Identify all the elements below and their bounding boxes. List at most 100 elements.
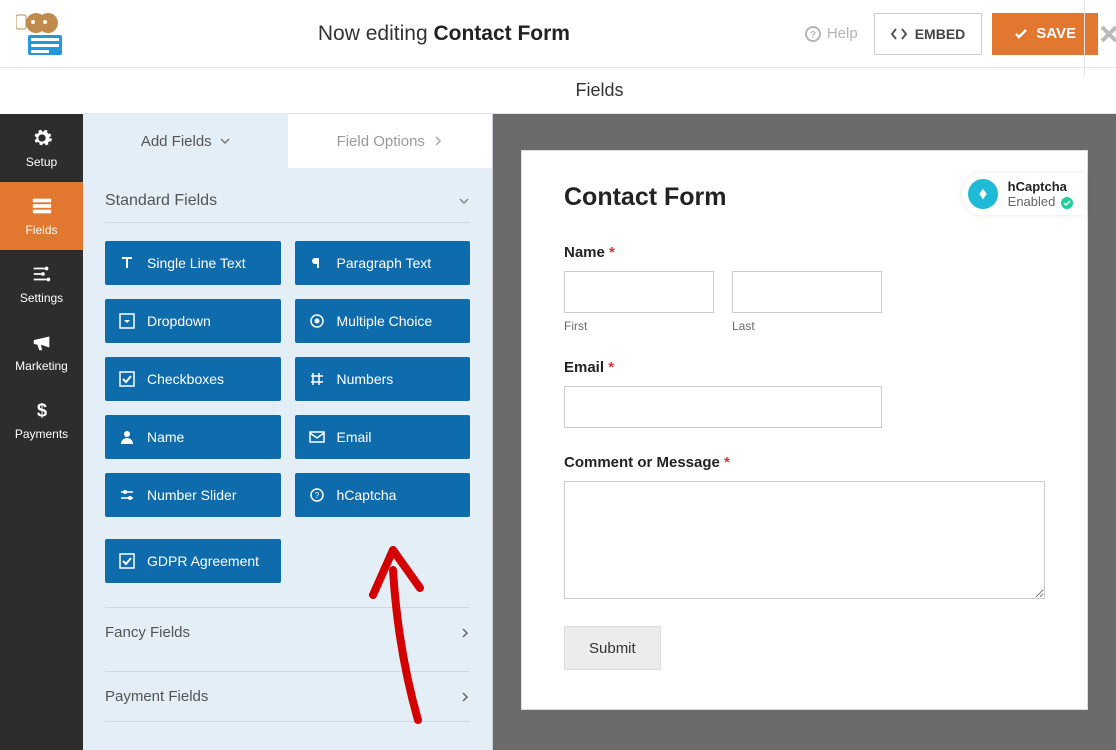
- field-single-line-text[interactable]: Single Line Text: [105, 241, 281, 285]
- preview-area: hCaptcha Enabled Contact Form Name * Fir…: [493, 114, 1116, 750]
- gear-icon: [31, 127, 53, 149]
- group-label: Fancy Fields: [105, 624, 190, 641]
- group-label: Standard Fields: [105, 192, 217, 210]
- fields-panel: Add Fields Field Options Standard Fields…: [83, 114, 493, 750]
- message-textarea[interactable]: [564, 481, 1045, 599]
- checkbox-icon: [119, 371, 135, 387]
- nav-label: Fields: [25, 223, 57, 237]
- first-sublabel: First: [564, 319, 714, 333]
- nav-setup[interactable]: Setup: [0, 114, 83, 182]
- radio-icon: [309, 313, 325, 329]
- section-title: Fields: [83, 68, 1116, 114]
- last-name-input[interactable]: [732, 271, 882, 313]
- close-button[interactable]: [1084, 0, 1116, 76]
- dollar-icon: $: [31, 399, 53, 421]
- field-label: Multiple Choice: [337, 313, 433, 329]
- embed-label: EMBED: [915, 26, 966, 42]
- save-label: SAVE: [1036, 25, 1076, 42]
- check-circle-icon: [1061, 197, 1073, 209]
- logo: [0, 0, 83, 68]
- nav-payments[interactable]: $ Payments: [0, 386, 83, 454]
- group-standard[interactable]: Standard Fields: [105, 192, 470, 223]
- caret-square-icon: [119, 313, 135, 329]
- help-icon: ?: [805, 26, 821, 42]
- nav-label: Setup: [26, 155, 57, 169]
- group-label: Payment Fields: [105, 688, 208, 705]
- svg-text:?: ?: [314, 491, 319, 500]
- chevron-right-icon: [460, 692, 470, 702]
- svg-text:?: ?: [810, 30, 816, 41]
- help-button[interactable]: ? Help: [805, 25, 858, 42]
- email-label: Email *: [564, 359, 1045, 376]
- mascot-icon: [16, 11, 68, 57]
- text-icon: [119, 255, 135, 271]
- field-name[interactable]: Name: [105, 415, 281, 459]
- submit-label: Submit: [589, 640, 636, 657]
- top-bar: Now editing Contact Form ? Help EMBED SA…: [0, 0, 1116, 68]
- hcaptcha-badge: hCaptcha Enabled: [962, 173, 1087, 215]
- field-multiple-choice[interactable]: Multiple Choice: [295, 299, 471, 343]
- chevron-down-icon: [220, 136, 230, 146]
- nav-label: Settings: [20, 291, 63, 305]
- list-icon: [31, 195, 53, 217]
- last-sublabel: Last: [732, 319, 882, 333]
- group-payment[interactable]: Payment Fields: [105, 671, 470, 722]
- field-numbers[interactable]: Numbers: [295, 357, 471, 401]
- tab-add-fields[interactable]: Add Fields: [83, 114, 288, 168]
- field-label: Checkboxes: [147, 371, 224, 387]
- close-icon: [1099, 24, 1116, 44]
- field-email[interactable]: Email: [295, 415, 471, 459]
- side-nav: Setup Fields Settings Marketing $ Paymen…: [0, 114, 83, 750]
- field-label: Numbers: [337, 371, 394, 387]
- hcaptcha-icon: [968, 179, 998, 209]
- chevron-down-icon: [458, 195, 470, 207]
- nav-marketing[interactable]: Marketing: [0, 318, 83, 386]
- shield-question-icon: ?: [309, 487, 325, 503]
- chevron-right-icon: [433, 136, 443, 146]
- nav-fields[interactable]: Fields: [0, 182, 83, 250]
- svg-text:$: $: [36, 399, 46, 420]
- field-hcaptcha[interactable]: ? hCaptcha: [295, 473, 471, 517]
- field-label: Paragraph Text: [337, 255, 432, 271]
- field-label: Email: [337, 429, 372, 445]
- user-icon: [119, 429, 135, 445]
- email-input[interactable]: [564, 386, 882, 428]
- badge-title: hCaptcha: [1008, 179, 1073, 194]
- editing-prefix: Now editing: [318, 22, 434, 45]
- field-grid: Single Line Text Paragraph Text Dropdown…: [83, 227, 492, 539]
- field-dropdown[interactable]: Dropdown: [105, 299, 281, 343]
- form-preview[interactable]: hCaptcha Enabled Contact Form Name * Fir…: [521, 150, 1088, 710]
- tab-label: Add Fields: [141, 133, 212, 150]
- message-label: Comment or Message *: [564, 454, 1045, 471]
- first-name-input[interactable]: [564, 271, 714, 313]
- field-number-slider[interactable]: Number Slider: [105, 473, 281, 517]
- name-label: Name *: [564, 244, 1045, 261]
- group-fancy[interactable]: Fancy Fields: [105, 607, 470, 657]
- field-label: Dropdown: [147, 313, 211, 329]
- envelope-icon: [309, 429, 325, 445]
- check-icon: [1014, 27, 1028, 41]
- hash-icon: [309, 371, 325, 387]
- field-checkboxes[interactable]: Checkboxes: [105, 357, 281, 401]
- nav-label: Payments: [15, 427, 68, 441]
- submit-button[interactable]: Submit: [564, 626, 661, 670]
- field-gdpr[interactable]: GDPR Agreement: [105, 539, 281, 583]
- nav-settings[interactable]: Settings: [0, 250, 83, 318]
- paragraph-icon: [309, 255, 325, 271]
- save-button[interactable]: SAVE: [992, 13, 1098, 55]
- tab-field-options[interactable]: Field Options: [288, 114, 493, 168]
- form-name: Contact Form: [433, 22, 570, 45]
- chevron-right-icon: [460, 628, 470, 638]
- field-label: Name: [147, 429, 184, 445]
- field-label: GDPR Agreement: [147, 553, 259, 569]
- sliders-icon: [119, 487, 135, 503]
- editing-title: Now editing Contact Form: [83, 22, 805, 46]
- bullhorn-icon: [31, 331, 53, 353]
- sliders-icon: [31, 263, 53, 285]
- field-label: hCaptcha: [337, 487, 397, 503]
- embed-button[interactable]: EMBED: [874, 13, 983, 55]
- field-paragraph-text[interactable]: Paragraph Text: [295, 241, 471, 285]
- nav-label: Marketing: [15, 359, 68, 373]
- tab-label: Field Options: [337, 133, 425, 150]
- code-icon: [891, 27, 907, 41]
